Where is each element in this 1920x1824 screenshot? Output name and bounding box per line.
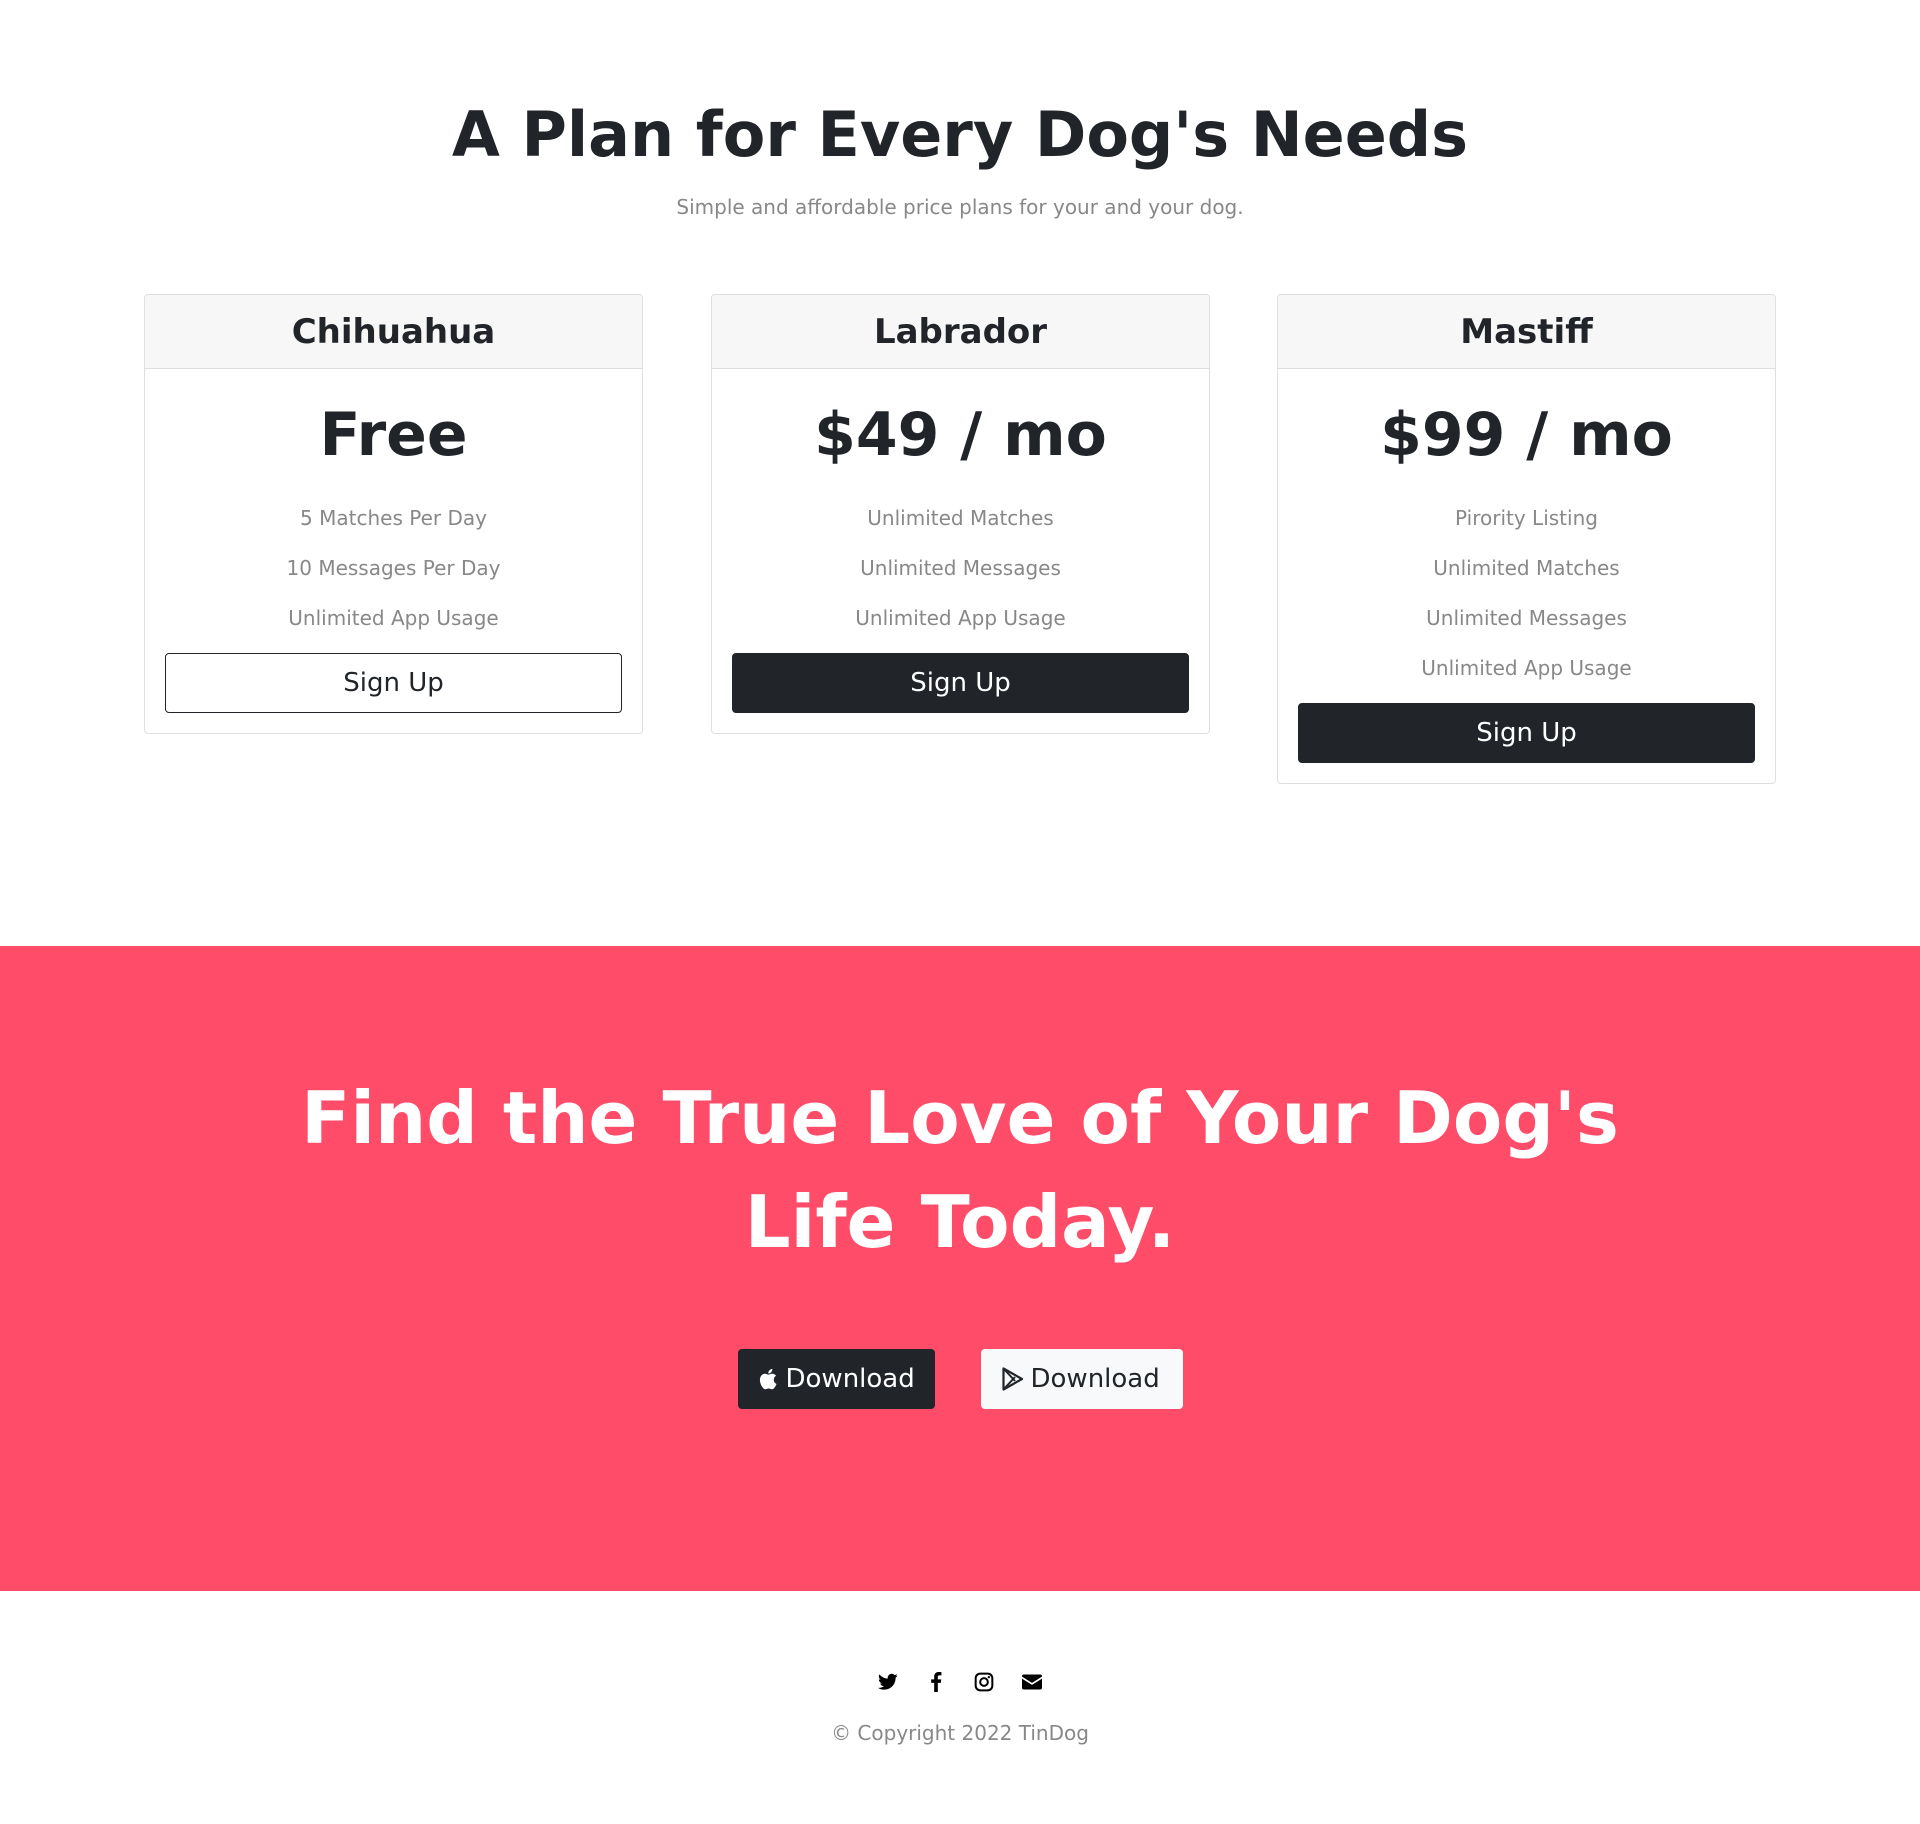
plan-price: Free bbox=[319, 400, 468, 470]
plan-features: 5 Matches Per Day 10 Messages Per Day Un… bbox=[165, 493, 622, 643]
plan-feature: Unlimited App Usage bbox=[1421, 656, 1632, 680]
plan-name: Chihuahua bbox=[145, 295, 642, 369]
copyright: © Copyright 2022 TinDog bbox=[831, 1721, 1089, 1745]
pricing-subtitle: Simple and affordable price plans for yo… bbox=[676, 195, 1244, 219]
apple-icon bbox=[758, 1367, 780, 1391]
sign-up-button[interactable]: Sign Up bbox=[165, 653, 622, 713]
apple-download-label: Download bbox=[785, 1364, 915, 1394]
plan-card-labrador: Labrador $49 / mo Unlimited Matches Unli… bbox=[711, 294, 1210, 734]
plan-feature: Unlimited App Usage bbox=[855, 606, 1066, 630]
social-icons bbox=[0, 1671, 1920, 1693]
instagram-icon[interactable] bbox=[973, 1671, 995, 1693]
plan-price: $99 / mo bbox=[1380, 400, 1673, 470]
sign-up-button[interactable]: Sign Up bbox=[732, 653, 1189, 713]
plan-price: $49 / mo bbox=[814, 400, 1107, 470]
plan-feature: 5 Matches Per Day bbox=[300, 506, 487, 530]
facebook-icon[interactable] bbox=[925, 1671, 947, 1693]
download-buttons: Download Download bbox=[0, 1349, 1920, 1409]
pricing-section: A Plan for Every Dog's Needs Simple and … bbox=[0, 0, 1920, 946]
plan-feature: Unlimited App Usage bbox=[288, 606, 499, 630]
plan-feature: Unlimited Messages bbox=[860, 556, 1061, 580]
plan-name: Labrador bbox=[712, 295, 1209, 369]
plan-feature: Unlimited Matches bbox=[867, 506, 1054, 530]
plan-feature: Pirority Listing bbox=[1455, 506, 1598, 530]
plan-card-chihuahua: Chihuahua Free 5 Matches Per Day 10 Mess… bbox=[144, 294, 643, 734]
plan-features: Pirority Listing Unlimited Matches Unlim… bbox=[1298, 493, 1755, 693]
plan-body: $49 / mo Unlimited Matches Unlimited Mes… bbox=[712, 369, 1209, 733]
plan-name: Mastiff bbox=[1278, 295, 1775, 369]
cta-title: Find the True Love of Your Dog's Life To… bbox=[301, 1076, 1619, 1264]
twitter-icon[interactable] bbox=[877, 1671, 899, 1693]
google-play-icon bbox=[1001, 1366, 1025, 1392]
plan-feature: Unlimited Messages bbox=[1426, 606, 1627, 630]
plan-feature: 10 Messages Per Day bbox=[286, 556, 501, 580]
plan-features: Unlimited Matches Unlimited Messages Unl… bbox=[732, 493, 1189, 643]
google-play-download-label: Download bbox=[1030, 1364, 1160, 1394]
plan-body: Free 5 Matches Per Day 10 Messages Per D… bbox=[145, 369, 642, 733]
pricing-title: A Plan for Every Dog's Needs bbox=[451, 98, 1469, 171]
plan-body: $99 / mo Pirority Listing Unlimited Matc… bbox=[1278, 369, 1775, 783]
sign-up-button[interactable]: Sign Up bbox=[1298, 703, 1755, 763]
apple-download-button[interactable]: Download bbox=[737, 1349, 935, 1409]
google-play-download-button[interactable]: Download bbox=[980, 1349, 1183, 1409]
footer: © Copyright 2022 TinDog bbox=[0, 1591, 1920, 1824]
envelope-icon[interactable] bbox=[1021, 1671, 1043, 1693]
plan-feature: Unlimited Matches bbox=[1433, 556, 1620, 580]
plan-card-mastiff: Mastiff $99 / mo Pirority Listing Unlimi… bbox=[1277, 294, 1776, 784]
cta-section: Find the True Love of Your Dog's Life To… bbox=[0, 946, 1920, 1591]
